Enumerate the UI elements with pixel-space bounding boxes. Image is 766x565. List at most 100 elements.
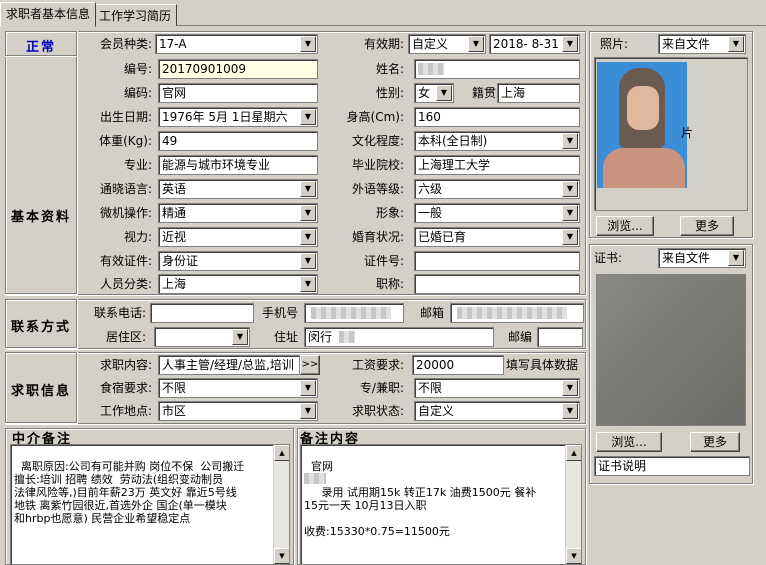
chevron-down-icon[interactable]: ▼: [562, 205, 578, 221]
photo-browse-button[interactable]: 浏览...: [596, 216, 654, 236]
weight-field[interactable]: 49: [158, 131, 318, 151]
phone-label: 联系电话:: [93, 306, 146, 320]
tab-label: 求职者基本信息: [6, 7, 91, 21]
category-select[interactable]: 上海 ▼: [158, 274, 318, 294]
photo-source-value: 来自文件: [662, 37, 711, 51]
height-field[interactable]: 160: [414, 107, 580, 127]
scroll-down-icon[interactable]: ▼: [566, 548, 581, 564]
chevron-down-icon[interactable]: ▼: [300, 253, 316, 269]
photo-source-select[interactable]: 来自文件 ▼: [658, 34, 746, 54]
district-label: 居住区:: [105, 330, 146, 344]
code-field[interactable]: 官网: [158, 83, 318, 103]
id-type-label: 有效证件:: [99, 254, 152, 268]
phone-field[interactable]: [150, 303, 254, 323]
chevron-down-icon[interactable]: ▼: [300, 36, 316, 52]
education-select[interactable]: 本科(全日制) ▼: [414, 131, 580, 151]
tab-resume[interactable]: 工作学习简历: [93, 4, 178, 26]
cert-browse-button[interactable]: 浏览...: [596, 432, 662, 452]
chevron-down-icon[interactable]: ▼: [300, 205, 316, 221]
category-label: 人员分类:: [99, 277, 152, 291]
chevron-down-icon[interactable]: ▼: [562, 181, 578, 197]
chevron-down-icon[interactable]: ▼: [562, 36, 578, 52]
photo-image: [597, 62, 687, 188]
scroll-up-icon[interactable]: ▲: [274, 445, 289, 461]
chevron-down-icon[interactable]: ▼: [562, 133, 578, 149]
lang-level-select[interactable]: 六级 ▼: [414, 179, 580, 199]
scrollbar[interactable]: ▲ ▼: [565, 445, 581, 564]
name-field[interactable]: [414, 59, 580, 79]
chevron-down-icon[interactable]: ▼: [436, 85, 452, 101]
job-status-select[interactable]: 自定义 ▼: [414, 401, 580, 421]
id-type-select[interactable]: 身份证 ▼: [158, 251, 318, 271]
cert-description-field[interactable]: 证书说明: [594, 456, 750, 476]
native-label: 籍贯: [471, 86, 496, 100]
location-select[interactable]: 市区 ▼: [158, 401, 318, 421]
email-field[interactable]: [450, 303, 584, 323]
salary-label: 工资要求:: [351, 358, 404, 372]
marital-select[interactable]: 已婚已育 ▼: [414, 227, 580, 247]
chevron-down-icon[interactable]: ▼: [300, 403, 316, 419]
name-label: 姓名:: [375, 62, 404, 76]
cert-image: [596, 274, 746, 426]
chevron-down-icon[interactable]: ▼: [232, 329, 248, 345]
chevron-down-icon[interactable]: ▼: [300, 229, 316, 245]
chevron-down-icon[interactable]: ▼: [728, 250, 744, 266]
gender-select[interactable]: 女 ▼: [414, 83, 454, 103]
redacted-email: [457, 307, 567, 319]
chevron-down-icon[interactable]: ▼: [300, 109, 316, 125]
chevron-down-icon[interactable]: ▼: [728, 36, 744, 52]
mobile-field[interactable]: [304, 303, 404, 323]
image-label: 形象:: [375, 206, 404, 220]
photo-more-button[interactable]: 更多: [680, 216, 734, 236]
lang-level-value: 六级: [418, 182, 443, 196]
address-value: 闵行: [308, 330, 333, 344]
salary-field[interactable]: 20000: [412, 355, 504, 375]
chevron-down-icon[interactable]: ▼: [562, 403, 578, 419]
board-label: 食宿要求:: [99, 381, 152, 395]
category-value: 上海: [162, 277, 187, 291]
tab-basic-info[interactable]: 求职者基本信息: [0, 2, 97, 27]
chevron-down-icon[interactable]: ▼: [468, 36, 484, 52]
computer-select[interactable]: 精通 ▼: [158, 203, 318, 223]
agent-remarks-textarea[interactable]: 离职原因:公司有可能并购 岗位不保 公司搬迁 擅长:培训 招聘 绩效 劳动法(组…: [10, 444, 290, 565]
birth-date-picker[interactable]: 1976年 5月 1日星期六 ▼: [158, 107, 318, 127]
redacted-mobile: [311, 307, 391, 319]
postcode-field[interactable]: [537, 327, 583, 347]
cert-source-select[interactable]: 来自文件 ▼: [658, 248, 746, 268]
title-label: 职称:: [375, 277, 404, 291]
job-content-field[interactable]: 人事主管/经理/总监,培训: [158, 355, 300, 375]
number-field[interactable]: 20170901009: [158, 59, 318, 79]
id-no-field[interactable]: [414, 251, 580, 271]
native-field[interactable]: 上海: [497, 83, 580, 103]
scroll-up-icon[interactable]: ▲: [566, 445, 581, 461]
address-field[interactable]: 闵行: [304, 327, 494, 347]
validity-date-picker[interactable]: 2018- 8-31 ▼: [489, 34, 580, 54]
fulltime-select[interactable]: 不限 ▼: [414, 378, 580, 398]
school-field[interactable]: 上海理工大学: [414, 155, 580, 175]
gender-value: 女: [418, 86, 431, 100]
chevron-down-icon[interactable]: ▼: [300, 181, 316, 197]
remarks-textarea[interactable]: 官网 录用 试用期15k 转正17k 油费1500元 餐补 15元一天 10月1…: [300, 444, 582, 565]
title-field[interactable]: [414, 274, 580, 294]
postcode-label: 邮编: [507, 330, 532, 344]
marital-value: 已婚已育: [418, 230, 467, 244]
chevron-down-icon[interactable]: ▼: [562, 380, 578, 396]
scrollbar[interactable]: ▲ ▼: [273, 445, 289, 564]
chevron-down-icon[interactable]: ▼: [300, 380, 316, 396]
vision-select[interactable]: 近视 ▼: [158, 227, 318, 247]
validity-select[interactable]: 自定义 ▼: [408, 34, 486, 54]
image-select[interactable]: 一般 ▼: [414, 203, 580, 223]
scroll-down-icon[interactable]: ▼: [274, 548, 289, 564]
number-label: 编号:: [123, 62, 152, 76]
major-field[interactable]: 能源与城市环境专业: [158, 155, 318, 175]
language-select[interactable]: 英语 ▼: [158, 179, 318, 199]
height-label: 身高(Cm):: [346, 110, 404, 124]
chevron-down-icon[interactable]: ▼: [562, 229, 578, 245]
job-content-more-button[interactable]: >>: [300, 355, 320, 375]
cert-more-button[interactable]: 更多: [690, 432, 740, 452]
fulltime-label: 专/兼职:: [359, 381, 404, 395]
member-type-select[interactable]: 17-A ▼: [155, 34, 318, 54]
chevron-down-icon[interactable]: ▼: [300, 276, 316, 292]
board-select[interactable]: 不限 ▼: [158, 378, 318, 398]
district-select[interactable]: ▼: [154, 327, 250, 347]
